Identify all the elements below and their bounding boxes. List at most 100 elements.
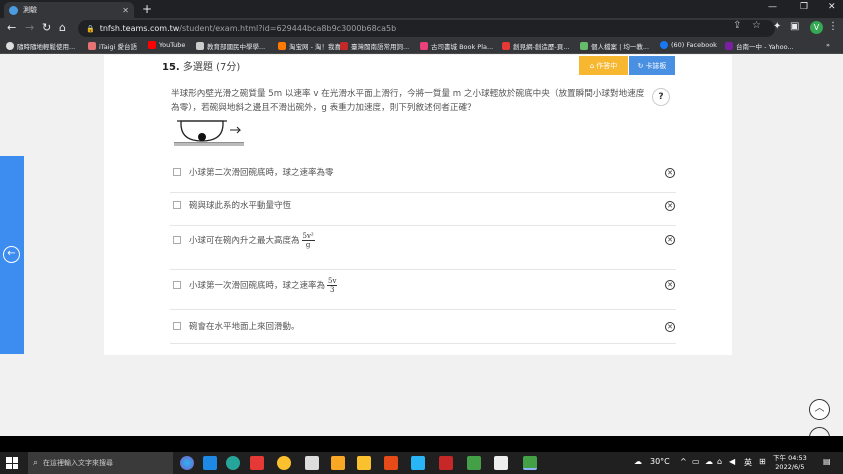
bookmark-item[interactable]: (60) Facebook — [660, 41, 717, 49]
menu-kebab-icon[interactable]: ⋮ — [828, 21, 838, 32]
question-stem: 半球形內壁光滑之碗質量 5m 以速率 v 在光滑水平面上滑行，今將一質量 m 之… — [171, 89, 645, 113]
back-icon[interactable]: ← — [7, 21, 16, 34]
bookmark-item[interactable]: 臺灣閩南語常用詞... — [340, 41, 409, 51]
bookmark-item[interactable]: 台南一中 - Yahoo... — [725, 41, 794, 51]
tab-bar: 測驗 ✕ + — ❐ ✕ — [0, 0, 843, 18]
option-text: 碗會在水平地面上來回滑動。 — [189, 322, 300, 332]
clipboard-button[interactable]: ↻ 卡誌板 — [629, 56, 675, 75]
taskbar-search[interactable]: ⌕ 在這裡輸入文字來搜尋 — [28, 452, 173, 474]
option-text: 小球可在碗內升之最大高度為 5v² g — [189, 232, 315, 249]
answering-button[interactable]: ⌂ 作答中 — [579, 56, 628, 75]
windows-start-icon[interactable] — [6, 457, 18, 469]
scroll-top-icon[interactable]: ︿ — [809, 399, 830, 420]
restore-icon[interactable]: ❐ — [800, 2, 808, 12]
tray-chevron-icon[interactable]: ^ — [680, 457, 687, 466]
ime-indicator[interactable]: 英 — [744, 457, 752, 468]
option-fraction: 5v² g — [301, 232, 315, 249]
bookmark-item[interactable]: 淘宝网 - 淘！我喜欢 — [278, 41, 347, 51]
junyi-icon — [580, 42, 588, 50]
option-checkbox[interactable] — [173, 281, 181, 289]
bookmarks-overflow-icon[interactable]: » — [826, 41, 830, 49]
store-icon[interactable] — [250, 456, 264, 470]
browser-tab[interactable]: 測驗 ✕ — [4, 2, 134, 18]
bookmark-item[interactable]: iTaigi 愛台語 — [88, 41, 137, 51]
page-icon — [196, 42, 204, 50]
question-type: 多選題 (7分) — [182, 62, 241, 73]
extensions-icon[interactable]: ✦ — [773, 21, 781, 32]
search-icon: ⌕ — [33, 458, 39, 468]
question-card: 15. 多選題 (7分) ⌂ 作答中 ↻ 卡誌板 半球形內壁光滑之碗質量 5m … — [104, 55, 732, 355]
tab-favicon-icon — [9, 5, 18, 15]
weather-temp[interactable]: 30°C — [650, 457, 670, 466]
reload-icon[interactable]: ↻ — [42, 21, 51, 34]
youtube-icon — [148, 41, 156, 49]
word-icon[interactable] — [305, 456, 319, 470]
line-icon[interactable] — [523, 456, 537, 470]
side-panel-icon[interactable]: ▣ — [790, 21, 799, 32]
home-icon[interactable]: ⌂ — [59, 21, 66, 34]
share-icon[interactable]: ⇪ — [733, 20, 741, 31]
option-text: 碗與球此系的水平動量守恆 — [189, 201, 292, 211]
bookmark-star-icon[interactable]: ☆ — [752, 20, 761, 31]
tab-close-icon[interactable]: ✕ — [122, 6, 129, 15]
mail-icon[interactable] — [411, 456, 425, 470]
question-header: 15. 多選題 (7分) — [162, 58, 240, 73]
tray-cloud-icon[interactable]: ☁ — [705, 457, 713, 466]
option-4[interactable]: 小球第一次滑回碗底時，球之速率為 5v 3 ✕ — [170, 270, 676, 310]
option-5[interactable]: 碗會在水平地面上來回滑動。 ✕ — [170, 310, 676, 344]
bookmark-item[interactable]: 個人檔案 | 均一教... — [580, 41, 649, 51]
minimize-icon[interactable]: — — [768, 2, 777, 12]
bookmark-item[interactable]: 隨時隨地輕鬆使用... — [6, 41, 75, 51]
itaigi-icon — [88, 42, 96, 50]
chrome-icon[interactable] — [277, 456, 291, 470]
lock-icon: 🔒 — [86, 24, 95, 33]
office-icon[interactable] — [384, 456, 398, 470]
powerpoint-icon[interactable] — [439, 456, 453, 470]
option-checkbox[interactable] — [173, 168, 181, 176]
cortana-icon[interactable] — [180, 456, 194, 470]
bookmark-item[interactable]: 創見網-創造歷-頁... — [502, 41, 569, 51]
bookmark-item[interactable]: YouTube — [148, 41, 185, 49]
excel-icon[interactable] — [467, 456, 481, 470]
eliminate-option-icon[interactable]: ✕ — [665, 168, 675, 178]
back-arrow-icon[interactable]: ← — [3, 246, 20, 263]
option-checkbox[interactable] — [173, 236, 181, 244]
eliminate-option-icon[interactable]: ✕ — [665, 235, 675, 245]
profile-avatar[interactable]: V — [810, 21, 823, 34]
weather-icon[interactable]: ☁ — [634, 457, 642, 466]
question-number: 15. — [162, 62, 180, 73]
task-view-icon[interactable] — [203, 456, 217, 470]
eliminate-option-icon[interactable]: ✕ — [665, 280, 675, 290]
folder-icon[interactable] — [357, 456, 371, 470]
dictionary-icon — [340, 42, 348, 50]
option-checkbox[interactable] — [173, 201, 181, 209]
page-bottom-bar — [0, 436, 843, 452]
refresh-small-icon: ↻ — [637, 61, 644, 70]
address-bar[interactable]: 🔒 tnfsh.teams.com.tw/student/exam.html?i… — [78, 20, 775, 37]
option-2[interactable]: 碗與球此系的水平動量守恆 ✕ — [170, 193, 676, 226]
edge-icon[interactable] — [226, 456, 240, 470]
new-tab-icon[interactable]: + — [142, 2, 152, 16]
taskbar-clock[interactable]: 下午 04:53 2022/6/5 — [773, 454, 807, 472]
file-explorer-icon[interactable] — [331, 456, 345, 470]
google-icon[interactable] — [494, 456, 508, 470]
close-window-icon[interactable]: ✕ — [828, 2, 836, 12]
option-3[interactable]: 小球可在碗內升之最大高度為 5v² g ✕ — [170, 226, 676, 270]
browser-toolbar: ← → ↻ ⌂ 🔒 tnfsh.teams.com.tw/student/exa… — [0, 18, 843, 39]
bookmark-item[interactable]: 教育部國民中學學... — [196, 41, 265, 51]
eliminate-option-icon[interactable]: ✕ — [665, 322, 675, 332]
tray-volume-icon[interactable]: ◀ — [729, 457, 735, 466]
option-checkbox[interactable] — [173, 322, 181, 330]
option-fraction: 5v 3 — [327, 277, 338, 294]
ime-mode-icon[interactable]: ⊞ — [759, 457, 766, 466]
tray-network-icon[interactable]: ⌂ — [717, 457, 722, 466]
help-button[interactable]: ? — [652, 88, 670, 106]
eliminate-option-icon[interactable]: ✕ — [665, 201, 675, 211]
notification-icon[interactable]: ▤ — [823, 457, 831, 466]
option-1[interactable]: 小球第二次滑回碗底時，球之速率為零 ✕ — [170, 161, 676, 193]
globe-icon — [6, 42, 14, 50]
tray-battery-icon[interactable]: ▭ — [692, 457, 700, 466]
bookmark-item[interactable]: 古司書城 Book Pla... — [420, 41, 493, 51]
forward-icon[interactable]: → — [25, 21, 34, 34]
bowl-ball-figure — [174, 120, 244, 146]
